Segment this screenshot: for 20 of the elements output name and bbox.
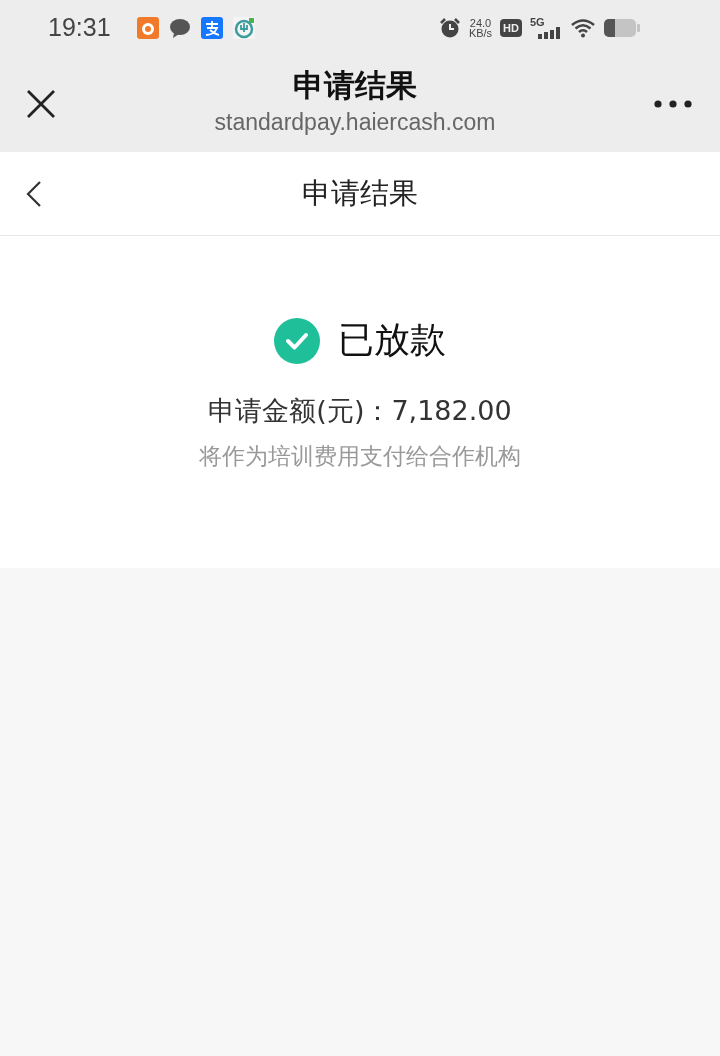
payment-app-icon: [200, 16, 223, 39]
alarm-clock-icon: [438, 16, 461, 39]
page-title: 申请结果: [293, 66, 417, 105]
result-status: 已放款: [338, 318, 446, 362]
amount-text: 申请金额(元)：7,182.00: [208, 394, 512, 428]
nav-title: 申请结果: [302, 174, 418, 212]
plug-app-icon: [232, 16, 255, 39]
page-url: standardpay.haiercash.com: [214, 109, 496, 136]
signal-icon: [538, 26, 562, 39]
battery-icon: [604, 17, 640, 38]
hd-badge: HD: [500, 18, 522, 37]
network-type: 5G: [530, 16, 545, 27]
status-time: 19:31: [48, 13, 111, 42]
network-speed-unit: KB/s: [468, 27, 493, 38]
wifi-icon: [570, 16, 596, 39]
chat-bubble-icon: [168, 16, 191, 39]
check-circle-icon: [274, 317, 320, 364]
app-notification-icon: [136, 16, 159, 39]
network-speed-value: 24.0: [469, 17, 492, 28]
note-text: 将作为培训费用支付给合作机构: [199, 442, 521, 471]
